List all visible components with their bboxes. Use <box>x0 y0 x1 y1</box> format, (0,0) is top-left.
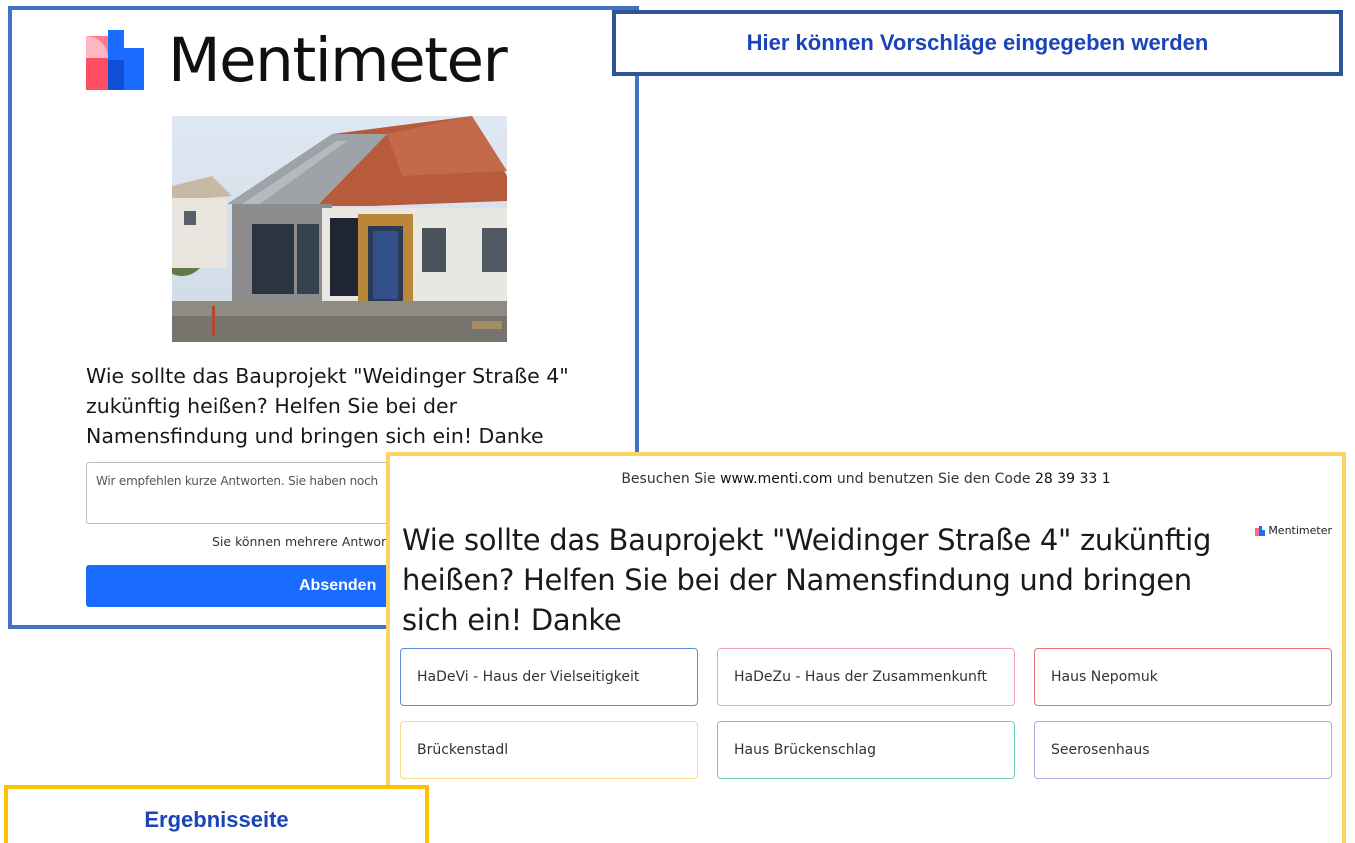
answer-card: Seerosenhaus <box>1034 721 1332 779</box>
join-code: 28 39 33 1 <box>1034 471 1111 487</box>
multiple-answers-note: Sie können mehrere Antwort <box>212 534 392 549</box>
answer-card: HaDeVi - Haus der Vielseitigkeit <box>400 648 698 706</box>
callout-input-hint-text: Hier können Vorschläge eingegeben werden <box>746 30 1209 55</box>
mentimeter-logo-icon <box>86 30 146 90</box>
answer-card: Haus Nepomuk <box>1034 648 1332 706</box>
callout-results-label-text: Ergebnisseite <box>144 807 289 832</box>
answer-card: HaDeZu - Haus der Zusammenkunft <box>717 648 1015 706</box>
visit-prefix: Besuchen Sie <box>621 471 716 487</box>
results-question: Wie sollte das Bauprojekt "Weidinger Str… <box>402 523 1212 637</box>
visit-url: www.menti.com <box>720 471 833 487</box>
visit-middle: und benutzen Sie den Code <box>836 471 1031 487</box>
answer-card-label: HaDeZu - Haus der Zusammenkunft <box>734 669 988 685</box>
answer-card: Brückenstadl <box>400 721 698 779</box>
mentimeter-badge-text: Mentimeter <box>1268 524 1332 537</box>
submit-button[interactable]: Absenden <box>86 565 416 607</box>
poll-question: Wie sollte das Bauprojekt "Weidinger Str… <box>86 364 569 448</box>
callout-input-hint: Hier können Vorschläge eingegeben werden <box>612 10 1343 76</box>
answer-card-label: Brückenstadl <box>417 742 509 758</box>
join-instructions: Besuchen Sie www.menti.com und benutzen … <box>390 471 1342 487</box>
results-page-panel: Besuchen Sie www.menti.com und benutzen … <box>386 452 1346 843</box>
callout-results-label: Ergebnisseite <box>4 785 429 843</box>
answer-card-label: Haus Nepomuk <box>1051 669 1158 685</box>
answer-input[interactable]: Wir empfehlen kurze Antworten. Sie haben… <box>86 462 416 524</box>
mentimeter-brand: Mentimeter <box>86 24 508 96</box>
building-photo <box>172 116 507 342</box>
answer-input-placeholder: Wir empfehlen kurze Antworten. Sie haben… <box>96 474 378 488</box>
mentimeter-mini-logo-icon <box>1255 525 1266 536</box>
answer-card-label: HaDeVi - Haus der Vielseitigkeit <box>417 669 640 685</box>
mentimeter-badge: Mentimeter <box>1255 524 1332 537</box>
brand-name: Mentimeter <box>168 24 508 96</box>
answer-card-label: Seerosenhaus <box>1051 742 1150 758</box>
answer-card-label: Haus Brückenschlag <box>734 742 876 758</box>
answer-card: Haus Brückenschlag <box>717 721 1015 779</box>
